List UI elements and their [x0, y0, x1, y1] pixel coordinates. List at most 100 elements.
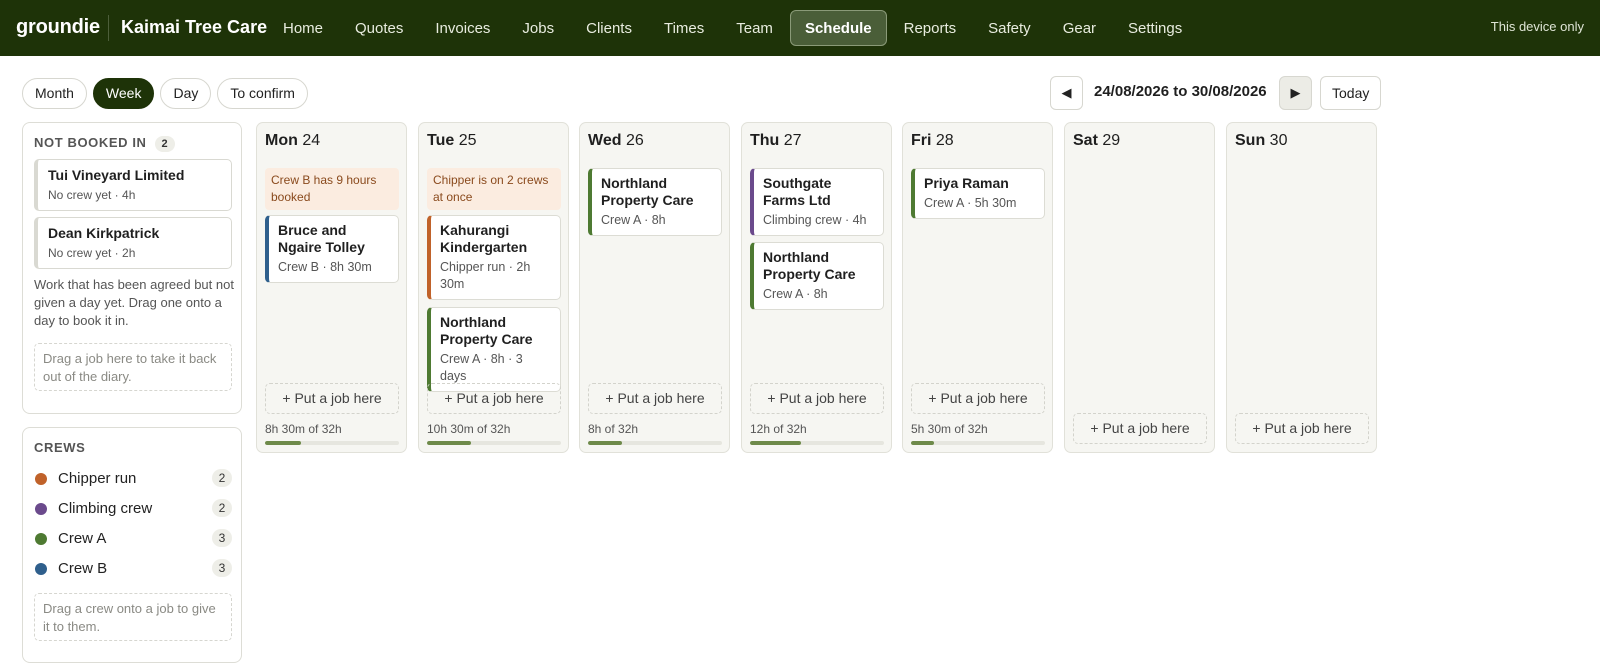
crew-name: Crew A — [58, 530, 107, 547]
job-card[interactable]: Kahurangi Kindergarten Chipper run · 2h 3… — [427, 215, 561, 300]
nav-item-home[interactable]: Home — [268, 10, 338, 46]
day-header: Tue 25 — [427, 132, 477, 150]
job-title: Northland Property Care — [601, 175, 694, 208]
put-job-here-button[interactable]: + Put a job here — [265, 383, 399, 414]
job-card[interactable]: Priya Raman Crew A · 5h 30m — [911, 168, 1045, 219]
not-booked-title-text: NOT BOOKED IN — [34, 135, 147, 150]
day-capacity-fill — [588, 441, 622, 445]
unbooked-job-card[interactable]: Tui Vineyard Limited No crew yet · 4h — [34, 159, 232, 211]
unbook-dropzone[interactable]: Drag a job here to take it back out of t… — [34, 343, 232, 391]
day-warning: Crew B has 9 hours booked — [265, 168, 399, 210]
crew-row[interactable]: Climbing crew 2 — [34, 499, 232, 519]
crew-row[interactable]: Crew A 3 — [34, 529, 232, 549]
not-booked-panel: NOT BOOKED IN 2 Tui Vineyard Limited No c… — [22, 122, 242, 414]
job-card[interactable]: Northland Property Care Crew A · 8h — [588, 168, 722, 236]
day-header: Mon 24 — [265, 132, 320, 150]
crew-color-dot — [35, 503, 47, 515]
device-note: This device only — [1490, 19, 1584, 34]
day-name: Thu — [750, 132, 780, 149]
not-booked-help-text: Work that has been agreed but not given … — [34, 277, 234, 328]
top-bar: groundie Kaimai Tree Care Home Quotes Invo… — [0, 0, 1600, 56]
not-booked-count-badge: 2 — [154, 136, 175, 152]
crews-title: CREWS — [34, 440, 86, 455]
put-job-here-button[interactable]: + Put a job here — [1235, 413, 1369, 444]
day-header: Wed 26 — [588, 132, 644, 150]
previous-week-button[interactable]: ◀ — [1050, 76, 1083, 110]
day-number: 26 — [625, 132, 644, 149]
nav-item-invoices[interactable]: Invoices — [420, 10, 505, 46]
view-week-button[interactable]: Week — [92, 78, 155, 109]
job-card[interactable]: Northland Property Care Crew A · 8h — [750, 242, 884, 310]
view-to-confirm-button[interactable]: To confirm — [217, 78, 308, 109]
nav-item-settings[interactable]: Settings — [1113, 10, 1197, 46]
day-capacity-fill — [265, 441, 302, 445]
nav-item-safety[interactable]: Safety — [973, 10, 1046, 46]
job-title: Northland Property Care — [440, 314, 533, 347]
job-meta: Crew A · 5h 30m — [924, 196, 1017, 210]
day-number: 25 — [458, 132, 477, 149]
day-number: 24 — [302, 132, 321, 149]
put-job-here-button[interactable]: + Put a job here — [1073, 413, 1207, 444]
crew-name: Chipper run — [58, 470, 137, 487]
unbooked-job-meta: No crew yet · 2h — [48, 246, 136, 260]
view-day-button[interactable]: Day — [160, 78, 212, 109]
crew-color-dot — [35, 473, 47, 485]
put-job-here-button[interactable]: + Put a job here — [911, 383, 1045, 414]
put-job-here-button[interactable]: + Put a job here — [588, 383, 722, 414]
crew-color-dot — [35, 563, 47, 575]
day-number: 28 — [935, 132, 954, 149]
nav-item-clients[interactable]: Clients — [571, 10, 647, 46]
day-number: 30 — [1269, 132, 1288, 149]
day-capacity-label: 8h 30m of 32h — [265, 422, 342, 436]
job-card[interactable]: Southgate Farms Ltd Climbing crew · 4h — [750, 168, 884, 236]
day-capacity-fill — [911, 441, 934, 445]
day-header: Fri 28 — [911, 132, 954, 150]
day-capacity-label: 5h 30m of 32h — [911, 422, 988, 436]
view-month-button[interactable]: Month — [22, 78, 87, 109]
day-column-tue: Tue 25 Chipper is on 2 crews at once Kahur… — [418, 122, 569, 453]
day-capacity-label: 8h of 32h — [588, 422, 639, 436]
crew-name: Climbing crew — [58, 500, 153, 517]
job-card[interactable]: Bruce and Ngaire Tolley Crew B · 8h 30m — [265, 215, 399, 283]
company-name: Kaimai Tree Care — [121, 17, 268, 37]
nav-item-jobs[interactable]: Jobs — [507, 10, 569, 46]
crew-row[interactable]: Chipper run 2 — [34, 469, 232, 489]
day-name: Wed — [588, 132, 622, 149]
day-capacity-bar — [911, 441, 1045, 445]
day-column-sat: Sat 29 + Put a job here — [1064, 122, 1215, 453]
crew-assign-dropzone[interactable]: Drag a crew onto a job to give it to the… — [34, 593, 232, 641]
unbooked-job-title: Tui Vineyard Limited — [48, 167, 185, 183]
job-title: Priya Raman — [924, 175, 1009, 191]
main-nav: Home Quotes Invoices Jobs Clients Times Team Sc… — [268, 10, 1199, 46]
put-job-here-button[interactable]: + Put a job here — [750, 383, 884, 414]
day-header: Sat 29 — [1073, 132, 1120, 150]
unbooked-job-card[interactable]: Dean Kirkpatrick No crew yet · 2h — [34, 217, 232, 269]
day-capacity-fill — [427, 441, 472, 445]
job-meta: Crew B · 8h 30m — [278, 260, 372, 274]
nav-item-schedule[interactable]: Schedule — [789, 10, 887, 46]
job-meta: Crew A · 8h — [601, 213, 666, 227]
day-column-fri: Fri 28 Priya Raman Crew A · 5h 30m + Put a … — [902, 122, 1053, 453]
day-column-mon: Mon 24 Crew B has 9 hours booked Bruce and… — [256, 122, 407, 453]
day-warning: Chipper is on 2 crews at once — [427, 168, 561, 210]
nav-item-gear[interactable]: Gear — [1048, 10, 1111, 46]
today-button[interactable]: Today — [1320, 76, 1382, 110]
job-title: Kahurangi Kindergarten — [440, 222, 528, 255]
nav-item-times[interactable]: Times — [649, 10, 719, 46]
next-week-button[interactable]: ▶ — [1279, 76, 1312, 110]
day-capacity-label: 12h of 32h — [750, 422, 807, 436]
crew-row[interactable]: Crew B 3 — [34, 559, 232, 579]
day-name: Tue — [427, 132, 455, 149]
nav-item-reports[interactable]: Reports — [889, 10, 972, 46]
day-capacity-bar — [427, 441, 561, 445]
day-name: Sun — [1235, 132, 1266, 149]
nav-item-team[interactable]: Team — [721, 10, 788, 46]
put-job-here-button[interactable]: + Put a job here — [427, 383, 561, 414]
brand-logo[interactable]: groundie — [16, 16, 100, 39]
day-header: Thu 27 — [750, 132, 802, 150]
nav-item-quotes[interactable]: Quotes — [340, 10, 418, 46]
job-title: Northland Property Care — [763, 249, 856, 282]
crew-job-count: 3 — [212, 559, 232, 577]
unbooked-job-title: Dean Kirkpatrick — [48, 225, 160, 241]
job-card[interactable]: Northland Property Care Crew A · 8h · 3 d… — [427, 307, 561, 392]
